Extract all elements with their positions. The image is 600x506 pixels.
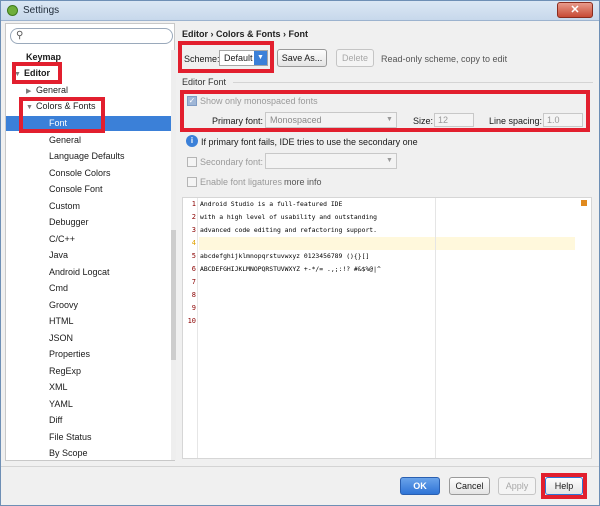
line-number: 5 <box>191 252 196 260</box>
help-button[interactable]: Help <box>545 477 583 495</box>
primary-font-label: Primary font: <box>212 116 264 126</box>
tree-item-editor[interactable]: ▼ Editor <box>14 66 50 81</box>
code-line: Android Studio is a full-featured IDE <box>200 200 343 208</box>
secondary-font-checkbox[interactable] <box>187 157 197 167</box>
tree-item[interactable]: Custom <box>49 199 80 214</box>
tree-item[interactable]: RegExp <box>49 364 81 379</box>
tree-item[interactable]: Java <box>49 248 68 263</box>
secondary-font-label: Secondary font: <box>200 157 264 167</box>
line-spacing-input[interactable]: 1.0 <box>543 113 583 127</box>
tree-item[interactable]: Diff <box>49 413 62 428</box>
android-studio-icon <box>7 5 18 16</box>
tree-item[interactable]: HTML <box>49 314 74 329</box>
title-bar: Settings ✕ <box>1 1 599 21</box>
tree-item[interactable]: By Scope <box>49 446 88 461</box>
chevron-down-icon: ▼ <box>386 157 393 164</box>
tree-label-general: General <box>36 85 69 95</box>
tree-item[interactable]: Language Defaults <box>49 149 125 164</box>
section-divider <box>233 82 593 83</box>
scheme-label: Scheme: <box>184 54 220 64</box>
tree-item[interactable]: C/C++ <box>49 232 75 247</box>
chevron-down-icon: ▼ <box>386 116 393 123</box>
tree-item[interactable]: Properties <box>49 347 90 362</box>
mono-checkbox[interactable]: ✓ <box>187 96 197 106</box>
tree-item[interactable]: JSON <box>49 331 73 346</box>
code-line: abcdefghijklmnopqrstuvwxyz 0123456789 ()… <box>200 252 370 260</box>
primary-font-value: Monospaced <box>270 115 322 125</box>
code-line: with a high level of usability and outst… <box>200 213 377 221</box>
footer-divider <box>1 466 599 467</box>
code-line: advanced code editing and refactoring su… <box>200 226 377 234</box>
ok-button[interactable]: OK <box>400 477 440 495</box>
scrollbar-thumb[interactable] <box>171 230 176 360</box>
tree-item[interactable]: Console Colors <box>49 166 111 181</box>
collapse-triangle-icon[interactable]: ▶ <box>26 84 36 99</box>
readonly-note: Read-only scheme, copy to edit <box>381 54 508 64</box>
tree-item[interactable]: Cmd <box>49 281 68 296</box>
more-info-link[interactable]: more info <box>284 177 322 187</box>
chevron-down-icon: ▼ <box>254 51 267 65</box>
line-number: 8 <box>191 291 196 299</box>
tree-item-keymap[interactable]: Keymap <box>26 50 61 65</box>
window-title: Settings <box>23 5 60 16</box>
ligatures-checkbox[interactable] <box>187 177 197 187</box>
line-number: 10 <box>187 317 196 325</box>
close-button[interactable]: ✕ <box>557 2 593 18</box>
secondary-font-select[interactable]: ▼ <box>265 153 397 169</box>
editor-font-title: Editor Font <box>182 77 227 87</box>
breadcrumb: Editor › Colors & Fonts › Font <box>182 29 308 39</box>
tree-item[interactable]: XML <box>49 380 68 395</box>
show-mono-label: Show only monospaced fonts <box>200 96 318 106</box>
code-line: ABCDEFGHIJKLMNOPQRSTUVWXYZ +-*/= .,;:!? … <box>200 265 381 273</box>
line-number: 3 <box>191 226 196 234</box>
line-number: 1 <box>191 200 196 208</box>
tree-item[interactable]: Debugger <box>49 215 89 230</box>
settings-sidebar: ⚲ Keymap ▼ Editor ▶ General ▼ Colors & Font… <box>5 23 176 461</box>
tree-label-colors-fonts: Colors & Fonts <box>36 101 96 111</box>
font-preview-editor[interactable]: 1 2 3 4 5 6 7 8 9 10 Android Studio is a… <box>182 197 592 459</box>
error-stripe-marker <box>581 200 587 206</box>
tree-item[interactable]: General <box>49 133 81 148</box>
line-number: 2 <box>191 213 196 221</box>
delete-button[interactable]: Delete <box>336 49 374 67</box>
right-margin-line <box>435 198 436 458</box>
tree-item[interactable]: File Status <box>49 430 92 445</box>
search-icon: ⚲ <box>16 30 24 41</box>
cancel-button[interactable]: Cancel <box>449 477 490 495</box>
tree-item[interactable]: Android Logcat <box>49 265 110 280</box>
expand-triangle-icon[interactable]: ▼ <box>26 100 36 115</box>
tree-item[interactable]: YAML <box>49 397 73 412</box>
tree-item-colors-fonts[interactable]: ▼ Colors & Fonts <box>26 99 96 114</box>
size-label: Size: <box>413 116 434 126</box>
info-text: If primary font fails, IDE tries to use … <box>201 137 418 147</box>
sidebar-scrollbar[interactable] <box>171 50 176 460</box>
save-as-button[interactable]: Save As... <box>277 49 327 67</box>
tree-item[interactable]: Groovy <box>49 298 78 313</box>
primary-font-select[interactable]: Monospaced ▼ <box>265 112 397 128</box>
tree-label-editor: Editor <box>24 68 50 78</box>
line-number: 9 <box>191 304 196 312</box>
tree-item-general[interactable]: ▶ General <box>26 83 68 98</box>
scheme-select[interactable]: Default ▼ <box>219 50 268 66</box>
line-number: 6 <box>191 265 196 273</box>
ligatures-label: Enable font ligatures <box>200 177 283 187</box>
settings-window: Settings ✕ ⚲ Keymap ▼ Editor ▶ General ▼ Co… <box>0 0 600 506</box>
size-input[interactable]: 12 <box>434 113 474 127</box>
search-input[interactable]: ⚲ <box>10 28 173 44</box>
info-icon: i <box>186 135 198 147</box>
caret-line <box>199 237 575 250</box>
apply-button[interactable]: Apply <box>498 477 536 495</box>
line-spacing-label: Line spacing: <box>489 116 543 126</box>
line-number: 7 <box>191 278 196 286</box>
tree-item-font[interactable]: Font <box>6 116 171 131</box>
line-number: 4 <box>191 239 196 247</box>
tree-item[interactable]: Console Font <box>49 182 103 197</box>
scheme-value: Default <box>224 53 253 63</box>
expand-triangle-icon[interactable]: ▼ <box>14 67 24 82</box>
